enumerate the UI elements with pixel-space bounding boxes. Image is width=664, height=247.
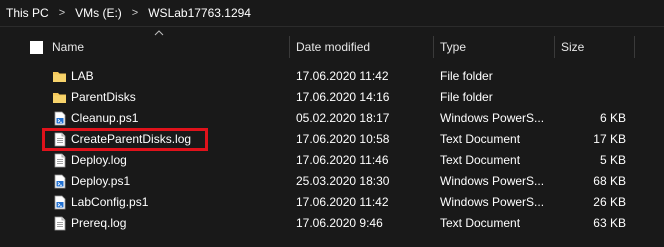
file-date-modified: 17.06.2020 9:46 [296, 216, 383, 230]
file-type: Text Document [440, 153, 521, 167]
file-size [560, 87, 626, 108]
file-date-modified: 17.06.2020 11:42 [296, 195, 389, 209]
select-all-checkbox[interactable] [30, 41, 43, 54]
file-row[interactable]: ParentDisks 17.06.2020 14:16 File folder [0, 87, 664, 108]
file-size: 5 KB [599, 153, 626, 167]
file-name: Cleanup.ps1 [71, 111, 139, 125]
file-size: 17 KB [593, 132, 626, 146]
powershell-script-icon [52, 111, 67, 126]
file-row[interactable]: Cleanup.ps1 05.02.2020 18:17 Windows Power… [0, 108, 664, 129]
column-header-date-modified[interactable]: Date modified [296, 34, 370, 60]
file-row[interactable]: LAB 17.06.2020 11:42 File folder [0, 66, 664, 87]
file-row[interactable]: Deploy.log 17.06.2020 11:46 Text Document 5… [0, 150, 664, 171]
file-row[interactable]: Deploy.ps1 25.03.2020 18:30 Windows PowerS… [0, 171, 664, 192]
file-row[interactable]: LabConfig.ps1 17.06.2020 11:42 Windows Pow… [0, 192, 664, 213]
file-date-modified: 17.06.2020 10:58 [296, 132, 390, 146]
column-divider[interactable] [289, 36, 290, 58]
file-size: 26 KB [593, 195, 626, 209]
file-name: Deploy.ps1 [71, 174, 131, 188]
folder-icon [52, 90, 67, 105]
file-name: Deploy.log [71, 153, 127, 167]
breadcrumb-current-folder[interactable]: WSLab17763.1294 [148, 6, 251, 20]
file-size: 68 KB [593, 174, 626, 188]
file-size: 63 KB [593, 216, 626, 230]
powershell-script-icon [52, 174, 67, 189]
column-header-row: Name Date modified Type Size [0, 34, 664, 60]
file-size [560, 66, 626, 87]
file-date-modified: 05.02.2020 18:17 [296, 111, 390, 125]
file-date-modified: 25.03.2020 18:30 [296, 174, 390, 188]
breadcrumb-this-pc[interactable]: This PC [6, 6, 49, 20]
file-type: Text Document [440, 132, 521, 146]
file-name: LabConfig.ps1 [71, 195, 149, 209]
file-type: Windows PowerS... [440, 195, 545, 209]
file-type: Text Document [440, 216, 521, 230]
file-name: LAB [71, 69, 94, 83]
file-name: ParentDisks [71, 90, 136, 104]
chevron-right-icon[interactable]: > [132, 7, 138, 19]
file-date-modified: 17.06.2020 14:16 [296, 90, 390, 104]
text-document-icon [52, 216, 67, 231]
column-divider[interactable] [433, 36, 434, 58]
file-size: 6 KB [599, 111, 626, 125]
column-header-type[interactable]: Type [440, 34, 466, 60]
breadcrumb-vms-drive[interactable]: VMs (E:) [75, 6, 122, 20]
text-document-icon [52, 153, 67, 168]
column-divider[interactable] [634, 36, 635, 58]
column-divider[interactable] [554, 36, 555, 58]
chevron-right-icon[interactable]: > [59, 7, 65, 19]
powershell-script-icon [52, 195, 67, 210]
file-type: File folder [440, 69, 493, 83]
file-type: File folder [440, 90, 493, 104]
file-row[interactable]: Prereq.log 17.06.2020 9:46 Text Document 63… [0, 213, 664, 234]
breadcrumb: This PC > VMs (E:) > WSLab17763.1294 [0, 0, 664, 27]
file-type: Windows PowerS... [440, 174, 545, 188]
folder-icon [52, 69, 67, 84]
column-header-name[interactable]: Name [52, 34, 84, 60]
file-type: Windows PowerS... [440, 111, 545, 125]
file-date-modified: 17.06.2020 11:42 [296, 69, 389, 83]
highlight-annotation-box [42, 128, 208, 151]
column-header-size[interactable]: Size [561, 34, 584, 60]
file-name: Prereq.log [71, 216, 127, 230]
file-date-modified: 17.06.2020 11:46 [296, 153, 389, 167]
